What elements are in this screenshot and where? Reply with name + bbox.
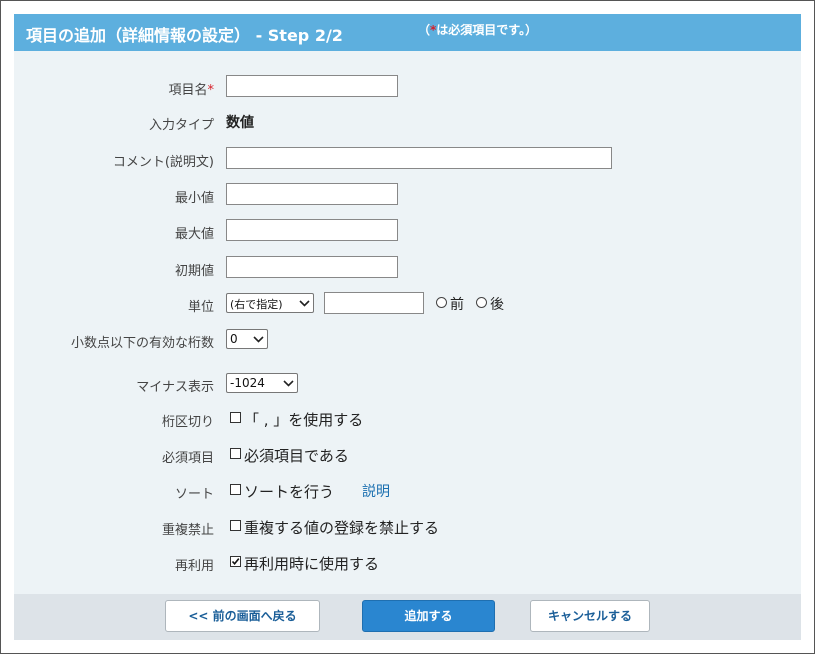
initial-value-input[interactable] [226,256,398,278]
no-duplicate-option-label: 重複する値の登録を禁止する [244,519,440,537]
row-unit: 単位 (右で指定) 前 後 [14,292,801,316]
row-input-type: 入力タイプ 数値 [14,110,801,134]
min-value-label: 最小値 [174,191,214,206]
no-duplicate-label: 重複禁止 [161,523,214,538]
decimal-digits-label: 小数点以下の有効な桁数 [70,336,214,351]
digit-separator-checkbox[interactable] [230,412,241,423]
decimal-digits-select[interactable]: 0 [226,329,268,349]
button-bar: << 前の画面へ戻る 追加する キャンセルする [14,594,801,640]
digit-separator-label: 桁区切り [161,415,214,430]
page-title: 項目の追加（詳細情報の設定） - Step 2/2 [26,26,343,45]
row-max-value: 最大値 [14,219,801,243]
reuse-checkbox[interactable] [230,556,241,567]
no-duplicate-checkbox[interactable] [230,520,241,531]
reuse-field: 再利用時に使用する [226,551,526,575]
sort-field: ソートを行う 説明 [226,479,526,503]
row-required: 必須項目 必須項目である [14,443,801,467]
row-digit-separator: 桁区切り 「 , 」を使用する [14,407,801,431]
unit-position-after-label: 後 [490,297,504,313]
back-button[interactable]: << 前の画面へ戻る [165,600,320,632]
item-name-label-text: 項目名 [168,83,208,98]
add-item-dialog: 項目の追加（詳細情報の設定） - Step 2/2 （*は必須項目です。） 項目… [14,14,801,640]
negative-display-select[interactable]: -1024 [226,373,298,393]
unit-position-after-radio[interactable] [476,297,487,308]
required-label: 必須項目 [161,451,214,466]
window-frame: 項目の追加（詳細情報の設定） - Step 2/2 （*は必須項目です。） 項目… [0,0,815,654]
row-reuse: 再利用 再利用時に使用する [14,551,801,575]
row-no-duplicate: 重複禁止 重複する値の登録を禁止する [14,515,801,539]
row-min-value: 最小値 [14,183,801,207]
sort-checkbox[interactable] [230,484,241,495]
min-value-input[interactable] [226,183,398,205]
no-duplicate-field: 重複する値の登録を禁止する [226,515,526,539]
unit-label: 単位 [187,300,214,315]
required-note: （*は必須項目です。） [418,21,537,38]
row-negative-display: マイナス表示 -1024 [14,372,801,396]
input-type-value: 数値 [226,115,254,131]
required-option-label: 必須項目である [244,447,349,465]
add-button[interactable]: 追加する [362,600,495,632]
required-mark: * [207,83,215,98]
negative-display-select-value: -1024 [230,376,265,390]
item-name-input[interactable] [226,75,398,97]
required-note-text: は必須項目です。） [436,23,538,37]
required-note-open: （ [418,23,431,37]
reuse-option-label: 再利用時に使用する [244,555,380,573]
comment-input[interactable] [226,147,612,169]
digit-separator-field: 「 , 」を使用する [226,407,526,431]
item-name-label: 項目名* [168,79,214,98]
initial-value-label: 初期値 [174,264,214,279]
row-sort: ソート ソートを行う 説明 [14,479,801,503]
decimal-digits-select-value: 0 [230,332,238,346]
required-field: 必須項目である [226,443,526,467]
digit-separator-option-label: 「 , 」を使用する [244,411,364,429]
sort-option-label: ソートを行う [244,483,335,501]
row-initial-value: 初期値 [14,256,801,280]
reuse-label: 再利用 [174,559,214,574]
unit-select[interactable]: (右で指定) [226,293,314,313]
chevron-down-icon [299,300,310,307]
required-checkbox[interactable] [230,448,241,459]
cancel-button[interactable]: キャンセルする [530,600,650,632]
chevron-down-icon [283,380,294,387]
row-decimal-digits: 小数点以下の有効な桁数 0 [14,328,801,352]
row-comment: コメント(説明文) [14,147,801,171]
input-type-label: 入力タイプ [148,118,214,133]
sort-help-link[interactable]: 説明 [362,481,390,501]
chevron-down-icon [253,336,264,343]
unit-select-value: (右で指定) [230,298,283,311]
unit-position-before-label: 前 [450,297,464,313]
unit-text-input[interactable] [324,292,424,314]
negative-display-label: マイナス表示 [136,380,214,395]
max-value-input[interactable] [226,219,398,241]
sort-label: ソート [174,487,214,502]
checkmark-icon [231,558,240,566]
comment-label: コメント(説明文) [112,155,214,170]
unit-field: (右で指定) 前 後 [226,292,526,316]
row-item-name: 項目名* [14,75,801,99]
unit-position-before-radio[interactable] [436,297,447,308]
dialog-header: 項目の追加（詳細情報の設定） - Step 2/2 （*は必須項目です。） [14,14,801,51]
max-value-label: 最大値 [174,227,214,242]
